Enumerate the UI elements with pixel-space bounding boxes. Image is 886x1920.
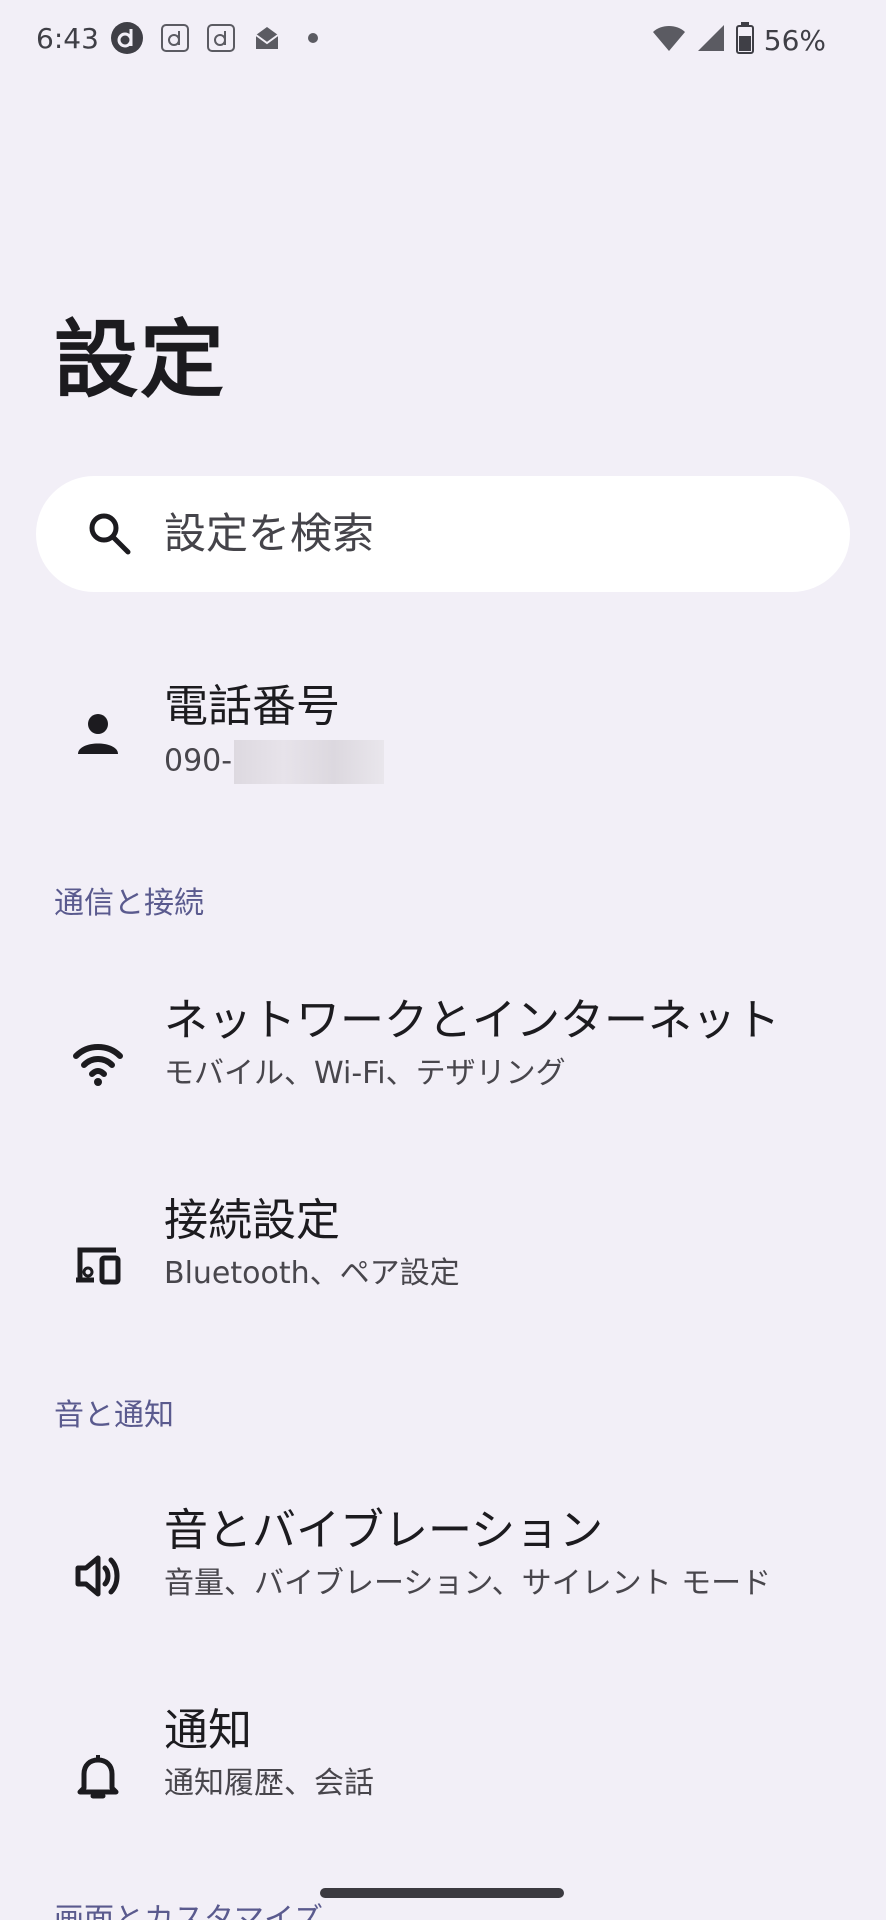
redacted-phone-number — [234, 740, 385, 784]
search-bar[interactable]: 設定を検索 — [36, 476, 850, 592]
status-right: 56% — [652, 22, 826, 58]
d-menu-icon — [110, 21, 144, 59]
sound-subtitle: 音量、バイブレーション、サイレント モード — [164, 1566, 772, 1601]
status-bar: 6:43 56% — [0, 0, 886, 80]
devices-icon — [72, 1238, 124, 1290]
account-title: 電話番号 — [164, 681, 340, 732]
search-icon — [86, 510, 132, 560]
bell-icon — [72, 1750, 124, 1802]
sound-title: 音とバイブレーション — [164, 1505, 604, 1556]
section-header-display: 画面とカスタマイズ — [54, 1902, 324, 1920]
notifications-item[interactable]: 通知 通知履歴、会話 — [0, 1680, 886, 1840]
docomo-d-icon — [206, 23, 236, 57]
docomo-d-icon — [160, 23, 190, 57]
gesture-nav-handle[interactable] — [320, 1888, 564, 1898]
volume-icon — [72, 1550, 124, 1602]
signal-icon — [696, 23, 726, 57]
phone-prefix: 090- — [164, 743, 233, 779]
notification-icons — [110, 22, 328, 58]
battery-icon — [735, 22, 754, 58]
account-phone: 090- — [164, 740, 385, 784]
section-header-sound: 音と通知 — [54, 1398, 174, 1433]
network-subtitle: モバイル、Wi-Fi、テザリング — [164, 1056, 566, 1091]
mail-icon — [252, 23, 282, 57]
connected-devices-subtitle: Bluetooth、ペア設定 — [164, 1256, 460, 1291]
notifications-subtitle: 通知履歴、会話 — [164, 1766, 374, 1801]
settings-screen: 6:43 56% 設定 設定を検索 電話番号 090- 通信と接続 ネットワーク… — [0, 0, 886, 1920]
wifi-icon — [72, 1038, 124, 1090]
account-item[interactable]: 電話番号 090- — [0, 660, 886, 800]
connected-devices-item[interactable]: 接続設定 Bluetooth、ペア設定 — [0, 1170, 886, 1330]
network-internet-item[interactable]: ネットワークとインターネット モバイル、Wi-Fi、テザリング — [0, 970, 886, 1130]
status-time: 6:43 — [36, 22, 99, 55]
battery-percent: 56% — [763, 23, 826, 57]
section-header-connectivity: 通信と接続 — [54, 886, 204, 921]
notifications-title: 通知 — [164, 1705, 252, 1756]
connected-devices-title: 接続設定 — [164, 1195, 340, 1246]
wifi-status-icon — [652, 23, 686, 57]
dot-icon — [298, 23, 328, 57]
network-title: ネットワークとインターネット — [164, 995, 780, 1046]
search-placeholder: 設定を検索 — [164, 509, 375, 558]
sound-vibration-item[interactable]: 音とバイブレーション 音量、バイブレーション、サイレント モード — [0, 1480, 886, 1640]
person-icon — [72, 708, 124, 760]
page-title: 設定 — [54, 311, 227, 409]
